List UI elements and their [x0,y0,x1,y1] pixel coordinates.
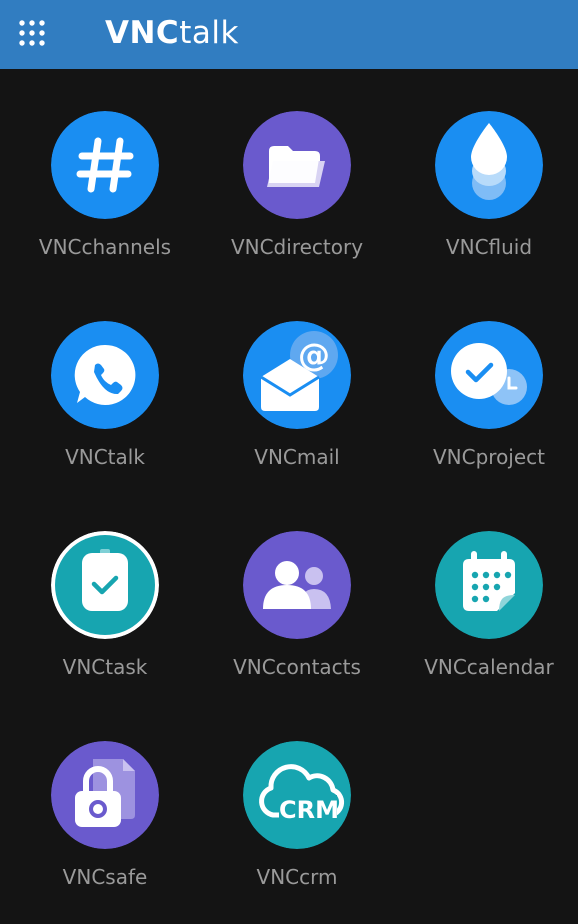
app-label: VNCchannels [38,235,172,259]
top-bar: VNCtalk [0,0,578,69]
app-tile-vnctalk[interactable]: VNCtalk [9,279,201,479]
people-icon [243,531,351,639]
calendar-icon [435,531,543,639]
app-logo: VNCtalk [105,13,239,53]
app-tile-vncproject[interactable]: VNCproject [393,279,578,479]
app-label: VNCtalk [65,445,145,469]
folder-icon [243,111,351,219]
svg-text:CRM: CRM [279,796,339,824]
app-tile-vnccontacts[interactable]: VNCcontacts [201,489,393,689]
app-label: VNCcontacts [233,655,361,679]
app-tile-vncsafe[interactable]: VNCsafe [9,699,201,899]
app-label: VNCtask [62,655,148,679]
app-tile-vnctask[interactable]: VNCtask [9,489,201,689]
app-tile-vncdirectory[interactable]: VNCdirectory [201,69,393,269]
app-label: VNCdirectory [230,235,364,259]
chat-phone-icon [51,321,159,429]
envelope-at-icon: @ [243,321,351,429]
app-label: VNCfluid [445,235,533,259]
app-label: VNCcalendar [424,655,554,679]
app-label: VNCsafe [62,865,148,889]
app-label: VNCmail [254,445,340,469]
app-tile-vncfluid[interactable]: VNCfluid [393,69,578,269]
clipboard-check-icon [51,531,159,639]
brand-light: talk [179,15,239,51]
app-label: VNCcrm [256,865,338,889]
crm-cloud-icon: CRM [243,741,351,849]
app-tile-vnccalendar[interactable]: VNCcalendar [393,489,578,689]
drop-icon [435,111,543,219]
brand-strong: VNC [105,15,180,51]
lock-file-icon [51,741,159,849]
app-launcher-grid: VNCchannels VNCdirectory VNCfluid VNCtal… [0,69,578,924]
apps-grid-icon[interactable] [19,20,45,46]
app-tile-vncmail[interactable]: @ VNCmail [201,279,393,479]
check-clock-icon [435,321,543,429]
app-tile-vncchannels[interactable]: VNCchannels [9,69,201,269]
app-tile-vnccrm[interactable]: CRM VNCcrm [201,699,393,899]
app-label: VNCproject [432,445,546,469]
hashtag-icon [51,111,159,219]
